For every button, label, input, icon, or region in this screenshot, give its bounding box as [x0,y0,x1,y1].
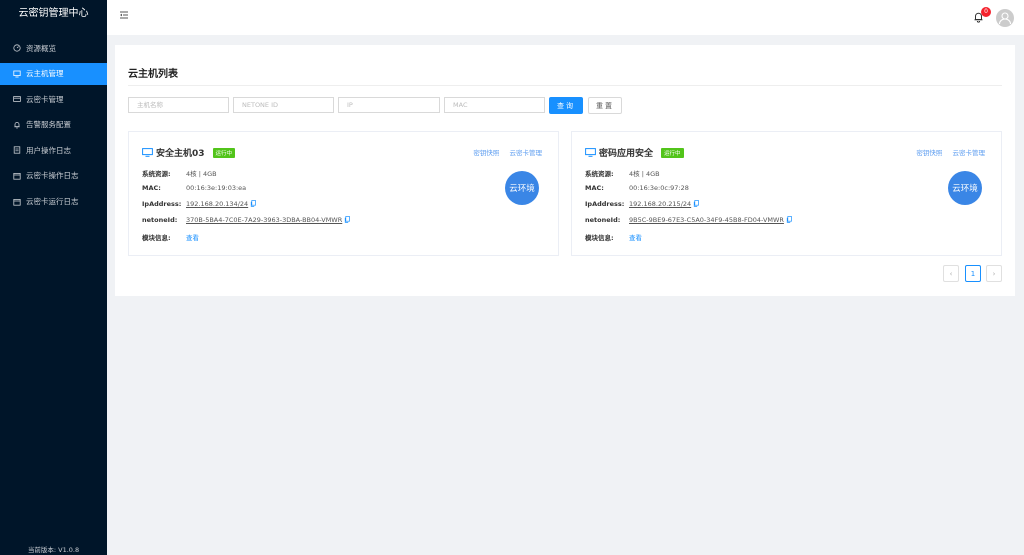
sidebar-item-card-management[interactable]: 云密卡管理 [0,88,107,110]
notification-badge: 0 [981,7,991,17]
copy-icon[interactable] [693,200,700,207]
netone-id-value: 9B5C-9BE9-67E3-C5A0-34F9-45B8-FD04-VMWR [629,216,784,224]
module-row: 模块信息: 查看 [142,232,199,242]
resources-value: 4核 | 4GB [629,170,660,178]
sidebar-item-card-operation-log[interactable]: 云密卡操作日志 [0,165,107,187]
netone-id-filter [233,97,334,113]
host-card-header: 密码应用安全 运行中 [585,146,684,159]
bell-icon [12,120,21,129]
resources-label: 系统资源: [142,170,171,178]
ip-label: IpAddress: [585,200,625,208]
ip-label: IpAddress: [142,200,182,208]
view-module-link[interactable]: 查看 [629,232,642,242]
netone-id-input[interactable] [233,97,334,113]
sidebar-item-label: 云密卡运行日志 [26,197,79,207]
module-row: 模块信息: 查看 [585,232,642,242]
copy-icon[interactable] [786,216,792,223]
status-badge: 运行中 [661,147,684,158]
netone-id-value: 370B-5BA4-7C0E-7A29-3963-3DBA-BB04-VMWR [186,216,343,224]
monitor-icon [142,148,153,157]
mac-filter [444,97,545,113]
ip-row: IpAddress: 192.168.20.134/24 [142,200,257,208]
host-name-input[interactable] [128,97,229,113]
cloud-environment-badge: 云环境 [948,171,982,205]
host-card: 密码应用安全 运行中 密钥快照 云密卡管理 系统资源: 4核 | 4GB MAC:… [571,131,1002,256]
avatar[interactable] [996,9,1014,27]
gauge-icon [12,44,21,53]
calendar-icon [12,171,21,180]
host-card-actions: 密钥快照 云密卡管理 [908,147,985,157]
module-label: 模块信息: [142,234,171,242]
resources-value: 4核 | 4GB [186,170,217,178]
page-number-button[interactable]: 1 [965,265,981,282]
title-divider [128,85,1002,86]
monitor-icon [12,69,21,78]
sidebar-item-label: 用户操作日志 [26,145,71,155]
netone-row: netoneId: 9B5C-9BE9-67E3-C5A0-34F9-45B8-F… [585,216,792,224]
ip-input[interactable] [338,97,440,113]
netone-row: netoneId: 370B-5BA4-7C0E-7A29-3963-3DBA-B… [142,216,351,224]
monitor-icon [585,148,596,157]
log-icon [12,146,21,155]
reset-button[interactable]: 重置 [588,97,622,114]
ip-value: 192.168.20.215/24 [629,200,692,208]
app-version: 当前版本: V1.0.8 [27,546,80,554]
ip-filter [338,97,440,113]
app-title: 云密钥管理中心 [18,8,89,19]
copy-icon[interactable] [250,200,257,207]
mac-row: MAC: 00:16:3e:19:03:ea [142,184,246,192]
key-snapshot-link[interactable]: 密钥快照 [916,149,942,157]
module-label: 模块信息: [585,234,614,242]
card-management-link[interactable]: 云密卡管理 [510,149,543,157]
mac-value: 00:16:3e:19:03:ea [186,184,247,192]
host-name: 密码应用安全 [599,149,654,159]
copy-icon[interactable] [344,216,351,223]
main-panel: 云主机列表 查询 重置 安全主机03 运行中 密钥快照 云密卡管理 系统资源: 4… [115,45,1015,296]
mac-input[interactable] [444,97,545,113]
host-name: 安全主机03 [156,149,205,159]
card-icon [12,95,21,104]
view-module-link[interactable]: 查看 [186,232,199,242]
sidebar-item-label: 资源概览 [26,43,56,53]
key-snapshot-link[interactable]: 密钥快照 [473,149,499,157]
sidebar-item-label: 云密卡管理 [26,94,64,104]
calendar-icon [12,197,21,206]
resources-row: 系统资源: 4核 | 4GB [142,168,217,178]
resources-row: 系统资源: 4核 | 4GB [585,168,660,178]
host-card: 安全主机03 运行中 密钥快照 云密卡管理 系统资源: 4核 | 4GB MAC:… [128,131,559,256]
prev-page-button[interactable]: ‹ [943,265,959,282]
search-button[interactable]: 查询 [549,97,583,114]
host-name-filter [128,97,229,113]
status-badge: 运行中 [212,147,236,158]
sidebar-item-label: 云主机管理 [26,69,64,79]
host-card-header: 安全主机03 运行中 [142,146,236,159]
menu-fold-icon[interactable] [119,10,129,22]
page-title: 云主机列表 [128,69,178,80]
ip-value: 192.168.20.134/24 [186,200,249,208]
netone-label: netoneId: [585,216,621,224]
sidebar-item-alert-config[interactable]: 告警服务配置 [0,114,107,136]
sidebar-item-host-management[interactable]: 云主机管理 [0,62,107,85]
sidebar-item-resource-overview[interactable]: 资源概览 [0,37,107,59]
card-management-link[interactable]: 云密卡管理 [953,149,986,157]
sidebar: 云密钥管理中心 资源概览 云主机管理 云密卡管理 告警服务配置 用户操作日志 云… [0,0,107,555]
sidebar-item-label: 云密卡操作日志 [26,171,79,181]
mac-value: 00:16:3e:0c:97:28 [629,184,689,192]
resources-label: 系统资源: [585,170,614,178]
mac-label: MAC: [142,184,161,192]
top-bar: 0 [107,0,1024,35]
host-card-actions: 密钥快照 云密卡管理 [465,147,542,157]
sidebar-menu: 资源概览 云主机管理 云密卡管理 告警服务配置 用户操作日志 云密卡操作日志 云… [0,37,107,213]
sidebar-item-card-runtime-log[interactable]: 云密卡运行日志 [0,191,107,213]
mac-row: MAC: 00:16:3e:0c:97:28 [585,184,689,192]
netone-label: netoneId: [142,216,178,224]
mac-label: MAC: [585,184,604,192]
cloud-environment-badge: 云环境 [505,171,539,205]
next-page-button[interactable]: › [986,265,1002,282]
sidebar-item-user-log[interactable]: 用户操作日志 [0,139,107,161]
ip-row: IpAddress: 192.168.20.215/24 [585,200,700,208]
sidebar-item-label: 告警服务配置 [26,120,71,130]
